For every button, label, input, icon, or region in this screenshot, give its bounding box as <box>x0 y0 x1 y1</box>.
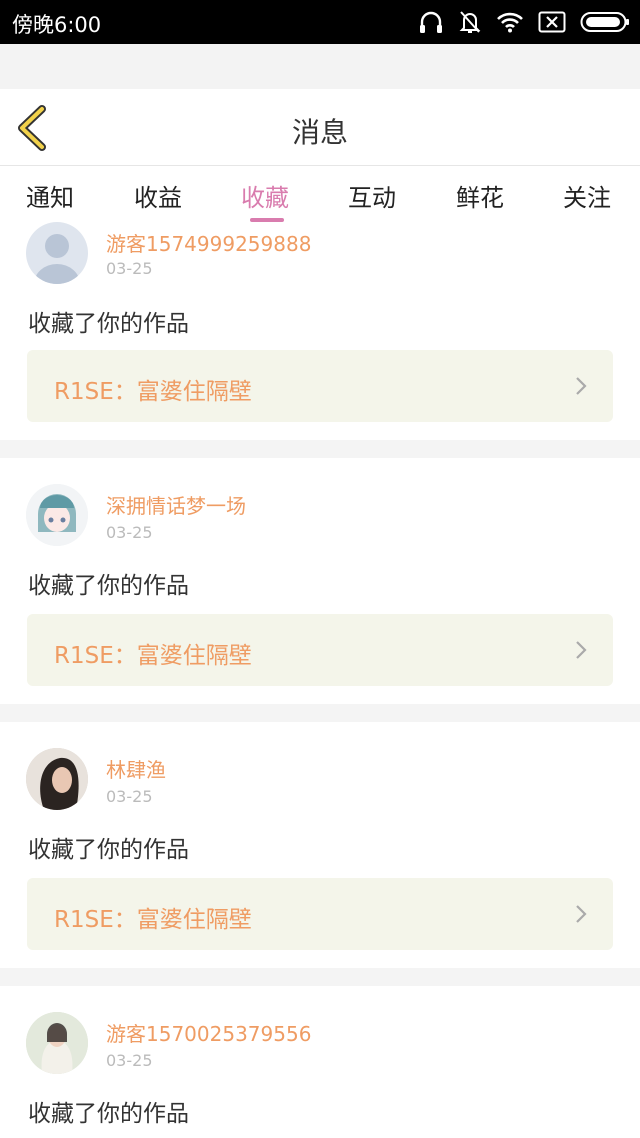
tab-flowers[interactable]: 鲜花 <box>456 178 504 213</box>
status-time: 傍晚6:00 <box>12 13 102 37</box>
date: 03-25 <box>106 1051 153 1070</box>
list-item: 游客1570025379556 03-25 收藏了你的作品 <box>0 986 640 1138</box>
list-item: 林肆渔 03-25 收藏了你的作品 R1SE：富婆住隔壁 <box>0 722 640 968</box>
date: 03-25 <box>106 787 153 806</box>
work-link[interactable]: R1SE：富婆住隔壁 <box>27 614 613 686</box>
tab-bar: 通知 收益 收藏 互动 鲜花 关注 <box>0 166 640 228</box>
tab-earnings[interactable]: 收益 <box>134 178 182 213</box>
tab-favorites[interactable]: 收藏 <box>241 178 289 213</box>
work-title: R1SE：富婆住隔壁 <box>54 643 252 669</box>
tab-follows[interactable]: 关注 <box>563 178 611 213</box>
tab-interactions[interactable]: 互动 <box>348 178 396 213</box>
message-text: 收藏了你的作品 <box>28 837 189 863</box>
chevron-right-icon <box>576 641 587 659</box>
work-title: R1SE：富婆住隔壁 <box>54 907 252 933</box>
avatar[interactable] <box>26 748 88 810</box>
work-title: R1SE：富婆住隔壁 <box>54 379 252 405</box>
date: 03-25 <box>106 259 153 278</box>
work-link[interactable]: R1SE：富婆住隔壁 <box>27 350 613 422</box>
default-avatar-icon <box>34 234 80 284</box>
chevron-right-icon <box>576 377 587 395</box>
top-spacer <box>0 44 640 89</box>
status-icons <box>418 8 630 36</box>
page-header: 消息 <box>0 89 640 166</box>
message-text: 收藏了你的作品 <box>28 573 189 599</box>
username[interactable]: 深拥情话梦一场 <box>106 490 246 519</box>
date: 03-25 <box>106 523 153 542</box>
chevron-right-icon <box>576 905 587 923</box>
username[interactable]: 游客1574999259888 <box>106 228 311 257</box>
avatar[interactable] <box>26 484 88 546</box>
divider <box>0 440 640 458</box>
username[interactable]: 游客1570025379556 <box>106 1018 311 1047</box>
active-tab-indicator <box>250 218 284 222</box>
wifi-icon <box>497 12 523 33</box>
message-text: 收藏了你的作品 <box>28 1101 189 1127</box>
photo-avatar-icon <box>26 748 88 810</box>
divider <box>0 968 640 986</box>
headphones-icon <box>420 11 442 33</box>
sim-x-icon <box>538 11 566 33</box>
username[interactable]: 林肆渔 <box>106 754 166 783</box>
list-item: 游客1574999259888 03-25 收藏了你的作品 R1SE：富婆住隔壁 <box>0 222 640 440</box>
tab-notifications[interactable]: 通知 <box>26 178 74 213</box>
bell-off-icon <box>459 11 481 33</box>
anime-avatar-icon <box>26 484 88 546</box>
work-link[interactable]: R1SE：富婆住隔壁 <box>27 878 613 950</box>
battery-icon <box>580 12 629 32</box>
avatar[interactable] <box>26 1012 88 1074</box>
status-bar: 傍晚6:00 <box>0 0 640 44</box>
avatar[interactable] <box>26 222 88 284</box>
divider <box>0 704 640 722</box>
message-text: 收藏了你的作品 <box>28 311 189 337</box>
list-item: 深拥情话梦一场 03-25 收藏了你的作品 R1SE：富婆住隔壁 <box>0 458 640 704</box>
photo-avatar-icon <box>26 1012 88 1074</box>
page-title: 消息 <box>291 116 348 149</box>
